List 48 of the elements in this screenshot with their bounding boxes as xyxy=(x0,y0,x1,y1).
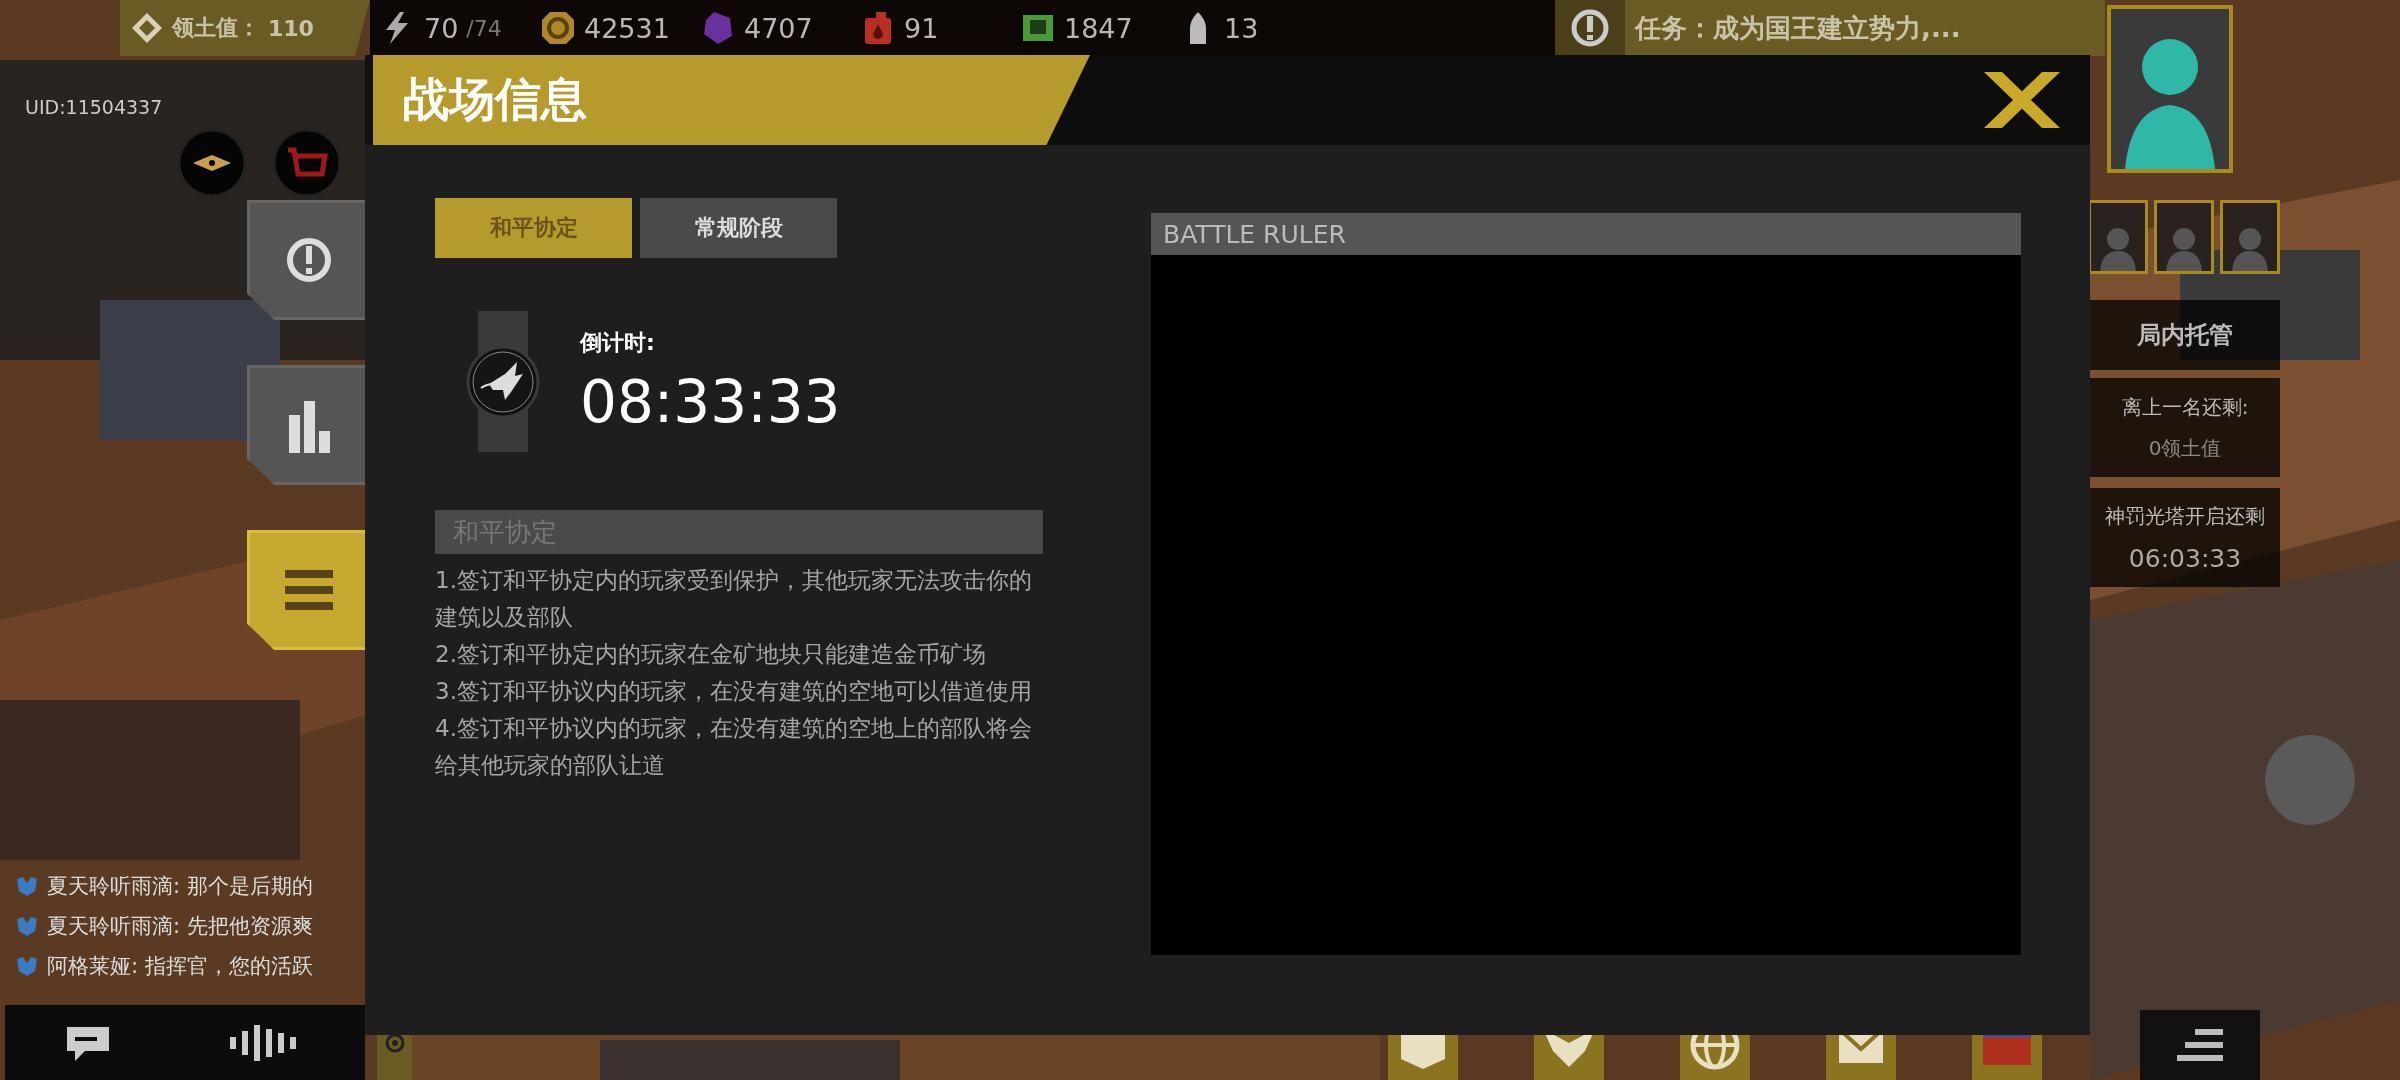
auto-manage-panel[interactable]: 局内托管 xyxy=(2090,300,2280,370)
tab[interactable]: 常规阶段 xyxy=(640,198,837,258)
rule-text: 4.签订和平协议内的玩家，在没有建筑的空地上的部队将会给其他玩家的部队让道 xyxy=(435,714,1033,780)
cart-button[interactable] xyxy=(272,128,342,198)
resource-value: 13 xyxy=(1224,12,1259,44)
tower-timer: 06:03:33 xyxy=(2128,543,2242,573)
coin-icon xyxy=(540,10,576,46)
figure-silhouette-icon xyxy=(2100,228,2136,271)
resource-max: /74 xyxy=(466,15,502,41)
rank-label: 离上一名还剩: xyxy=(2121,393,2249,421)
auto-manage-label: 局内托管 xyxy=(2137,320,2233,351)
resource-value: 4707 xyxy=(744,12,813,44)
rank-value: 0领土值 xyxy=(2148,434,2222,462)
figure-silhouette-icon xyxy=(2166,228,2202,271)
shield-icon xyxy=(15,955,39,977)
rule-text: 2.签订和平协定内的玩家在金矿地块只能建造金币矿场 xyxy=(435,640,987,669)
rule-text: 3.签订和平协议内的玩家，在没有建筑的空地可以借道使用 xyxy=(435,677,1033,706)
avatar-frame[interactable] xyxy=(2220,200,2280,274)
countdown-timer: 08:33:33 xyxy=(580,367,841,436)
menu-button[interactable] xyxy=(2140,1010,2260,1080)
rule-text: 1.签订和平协定内的玩家受到保护，其他玩家无法攻击你的建筑以及部队 xyxy=(435,566,1033,632)
chat-message: 夏天聆听雨滴: 先把他资源爽 xyxy=(47,913,313,940)
compass-button[interactable] xyxy=(177,128,247,198)
portrait-frame[interactable] xyxy=(2107,5,2233,173)
chat-message: 阿格莱娅: 指挥官，您的活跃 xyxy=(47,953,313,980)
user-id: UID:11504337 xyxy=(25,96,163,118)
tower-label: 神罚光塔开启还剩 xyxy=(2105,502,2265,530)
countdown-label: 倒计时: xyxy=(580,328,656,357)
resource-value: 1847 xyxy=(1064,12,1133,44)
close-icon xyxy=(1984,72,2060,128)
diamond-icon xyxy=(130,11,164,45)
resource-value: 70 xyxy=(424,12,459,44)
figure-silhouette-icon xyxy=(2232,228,2268,271)
mission-text[interactable]: 任务：成为国王建立势力,... xyxy=(1625,0,2105,56)
territory-value: 110 xyxy=(268,15,314,41)
close-button[interactable] xyxy=(1984,72,2060,128)
shield-icon xyxy=(15,875,39,897)
panel-title: BATTLE RULER xyxy=(1151,213,2021,255)
dialog-title: 战场信息 xyxy=(365,55,1090,145)
resource-value: 42531 xyxy=(584,12,670,44)
resource-value: 91 xyxy=(904,12,939,44)
avatar-frame[interactable] xyxy=(2154,200,2214,274)
mission-button[interactable] xyxy=(1555,0,1625,56)
chat-message: 夏天聆听雨滴: 那个是后期的 xyxy=(47,873,313,900)
avatar-frame[interactable] xyxy=(2088,200,2148,274)
figure-silhouette-icon xyxy=(2125,39,2215,169)
territory-label: 领土值： xyxy=(172,14,260,42)
shield-icon xyxy=(15,915,39,937)
